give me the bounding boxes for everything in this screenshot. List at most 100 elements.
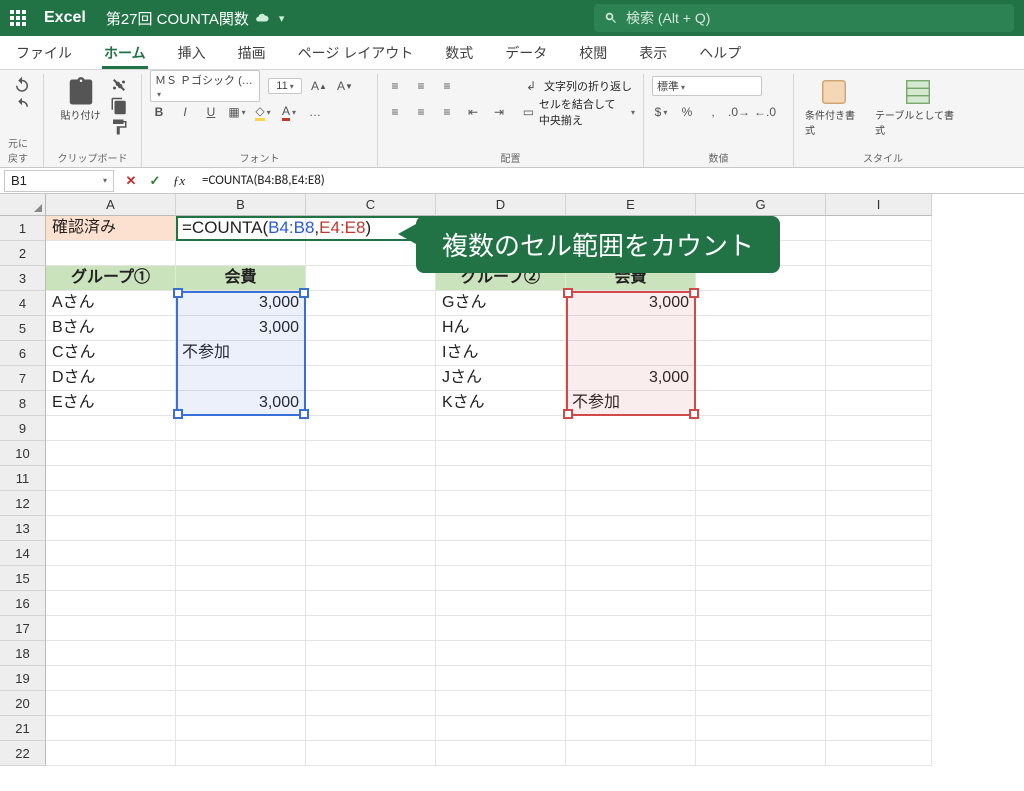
row-header-11[interactable]: 11 bbox=[0, 466, 46, 491]
row-header-17[interactable]: 17 bbox=[0, 616, 46, 641]
increase-indent-button[interactable]: ⇥ bbox=[490, 103, 508, 121]
cell-E7[interactable]: 3,000 bbox=[566, 366, 696, 391]
name-box[interactable]: B1 bbox=[4, 170, 114, 192]
col-header-D[interactable]: D bbox=[436, 194, 566, 216]
cell-grid[interactable]: 確認済み =COUNTA(B4:B8,E4:E8) グループ① 会費 グループ②… bbox=[46, 216, 932, 766]
cell-E8[interactable]: 不参加 bbox=[566, 391, 696, 416]
enter-formula-button[interactable]: ✓ bbox=[146, 173, 164, 189]
tab-file[interactable]: ファイル bbox=[14, 37, 74, 69]
cell-B6[interactable]: 不参加 bbox=[176, 341, 306, 366]
cell-D6[interactable]: Iさん bbox=[436, 341, 566, 366]
font-color-button[interactable]: A bbox=[280, 103, 298, 121]
align-bottom-button[interactable]: ≡ bbox=[438, 77, 456, 95]
tab-review[interactable]: 校閲 bbox=[577, 37, 609, 69]
cell-A7[interactable]: Dさん bbox=[46, 366, 176, 391]
row-header-13[interactable]: 13 bbox=[0, 516, 46, 541]
currency-button[interactable]: $ bbox=[652, 103, 670, 121]
row-header-1[interactable]: 1 bbox=[0, 216, 46, 241]
align-right-button[interactable]: ≡ bbox=[438, 103, 456, 121]
row-header-2[interactable]: 2 bbox=[0, 241, 46, 266]
border-button[interactable]: ▦ bbox=[228, 103, 246, 121]
cell-D4[interactable]: Gさん bbox=[436, 291, 566, 316]
row-header-9[interactable]: 9 bbox=[0, 416, 46, 441]
decrease-decimal-button[interactable]: ←.0 bbox=[756, 103, 774, 121]
cell-A5[interactable]: Bさん bbox=[46, 316, 176, 341]
select-all-corner[interactable] bbox=[0, 194, 46, 216]
cell-D7[interactable]: Jさん bbox=[436, 366, 566, 391]
copy-button[interactable] bbox=[110, 97, 128, 115]
align-middle-button[interactable]: ≡ bbox=[412, 77, 430, 95]
row-header-7[interactable]: 7 bbox=[0, 366, 46, 391]
bold-button[interactable]: B bbox=[150, 103, 168, 121]
tab-draw[interactable]: 描画 bbox=[236, 37, 268, 69]
cell-E5[interactable] bbox=[566, 316, 696, 341]
cell-A1[interactable]: 確認済み bbox=[46, 216, 176, 241]
row-header-21[interactable]: 21 bbox=[0, 716, 46, 741]
col-header-C[interactable]: C bbox=[306, 194, 436, 216]
row-header-6[interactable]: 6 bbox=[0, 341, 46, 366]
row-header-10[interactable]: 10 bbox=[0, 441, 46, 466]
cell-B3[interactable]: 会費 bbox=[176, 266, 306, 291]
undo-button[interactable] bbox=[13, 76, 31, 94]
paste-button[interactable]: 貼り付け bbox=[58, 76, 104, 123]
row-header-16[interactable]: 16 bbox=[0, 591, 46, 616]
merge-center-button[interactable]: セルを結合して中央揃え bbox=[539, 96, 625, 128]
redo-button[interactable] bbox=[13, 97, 31, 115]
tab-page-layout[interactable]: ページ レイアウト bbox=[296, 37, 416, 69]
italic-button[interactable]: I bbox=[176, 103, 194, 121]
align-center-button[interactable]: ≡ bbox=[412, 103, 430, 121]
col-header-G[interactable]: G bbox=[696, 194, 826, 216]
row-header-20[interactable]: 20 bbox=[0, 691, 46, 716]
cut-button[interactable] bbox=[110, 76, 128, 94]
cell-D5[interactable]: Hん bbox=[436, 316, 566, 341]
col-header-I[interactable]: I bbox=[826, 194, 932, 216]
cell-B8[interactable]: 3,000 bbox=[176, 391, 306, 416]
row-header-15[interactable]: 15 bbox=[0, 566, 46, 591]
comma-button[interactable]: , bbox=[704, 103, 722, 121]
increase-decimal-button[interactable]: .0→ bbox=[730, 103, 748, 121]
cell-B5[interactable]: 3,000 bbox=[176, 316, 306, 341]
row-header-14[interactable]: 14 bbox=[0, 541, 46, 566]
cell-I1[interactable] bbox=[826, 216, 932, 241]
app-launcher-icon[interactable] bbox=[10, 10, 26, 26]
cancel-formula-button[interactable]: ✕ bbox=[122, 173, 140, 189]
cell-B7[interactable] bbox=[176, 366, 306, 391]
cell-E6[interactable] bbox=[566, 341, 696, 366]
cell-B4[interactable]: 3,000 bbox=[176, 291, 306, 316]
row-header-4[interactable]: 4 bbox=[0, 291, 46, 316]
conditional-format-button[interactable]: 条件付き書式 bbox=[802, 76, 866, 138]
row-header-22[interactable]: 22 bbox=[0, 741, 46, 766]
formula-bar-input[interactable]: =COUNTA(B4:B8,E4:E8) bbox=[196, 173, 1024, 188]
row-header-19[interactable]: 19 bbox=[0, 666, 46, 691]
wrap-text-button[interactable]: 文字列の折り返し bbox=[544, 78, 632, 94]
cell-A8[interactable]: Eさん bbox=[46, 391, 176, 416]
row-header-8[interactable]: 8 bbox=[0, 391, 46, 416]
cell-A4[interactable]: Aさん bbox=[46, 291, 176, 316]
decrease-font-button[interactable]: A▼ bbox=[336, 77, 354, 95]
number-format-select[interactable]: 標準 bbox=[652, 76, 762, 96]
row-header-5[interactable]: 5 bbox=[0, 316, 46, 341]
fill-color-button[interactable]: ◇ bbox=[254, 103, 272, 121]
col-header-A[interactable]: A bbox=[46, 194, 176, 216]
cell-B1[interactable]: =COUNTA(B4:B8,E4:E8) bbox=[176, 216, 306, 241]
cell-E4[interactable]: 3,000 bbox=[566, 291, 696, 316]
document-title[interactable]: 第27回 COUNTA関数 ▾ bbox=[106, 8, 285, 29]
search-box[interactable]: 検索 (Alt + Q) bbox=[594, 4, 1014, 32]
tab-insert[interactable]: 挿入 bbox=[176, 37, 208, 69]
format-as-table-button[interactable]: テーブルとして書式 bbox=[872, 76, 964, 138]
tab-view[interactable]: 表示 bbox=[637, 37, 669, 69]
align-top-button[interactable]: ≡ bbox=[386, 77, 404, 95]
insert-function-button[interactable]: ƒx bbox=[170, 173, 188, 189]
row-header-18[interactable]: 18 bbox=[0, 641, 46, 666]
cell-D8[interactable]: Kさん bbox=[436, 391, 566, 416]
increase-font-button[interactable]: A▲ bbox=[310, 77, 328, 95]
underline-button[interactable]: U bbox=[202, 103, 220, 121]
tab-help[interactable]: ヘルプ bbox=[697, 37, 743, 69]
col-header-E[interactable]: E bbox=[566, 194, 696, 216]
align-left-button[interactable]: ≡ bbox=[386, 103, 404, 121]
row-header-3[interactable]: 3 bbox=[0, 266, 46, 291]
format-painter-button[interactable] bbox=[110, 118, 128, 136]
tab-home[interactable]: ホーム bbox=[102, 37, 148, 69]
dialog-launcher-font[interactable]: … bbox=[306, 103, 324, 121]
font-size-select[interactable]: 11 bbox=[268, 78, 302, 94]
